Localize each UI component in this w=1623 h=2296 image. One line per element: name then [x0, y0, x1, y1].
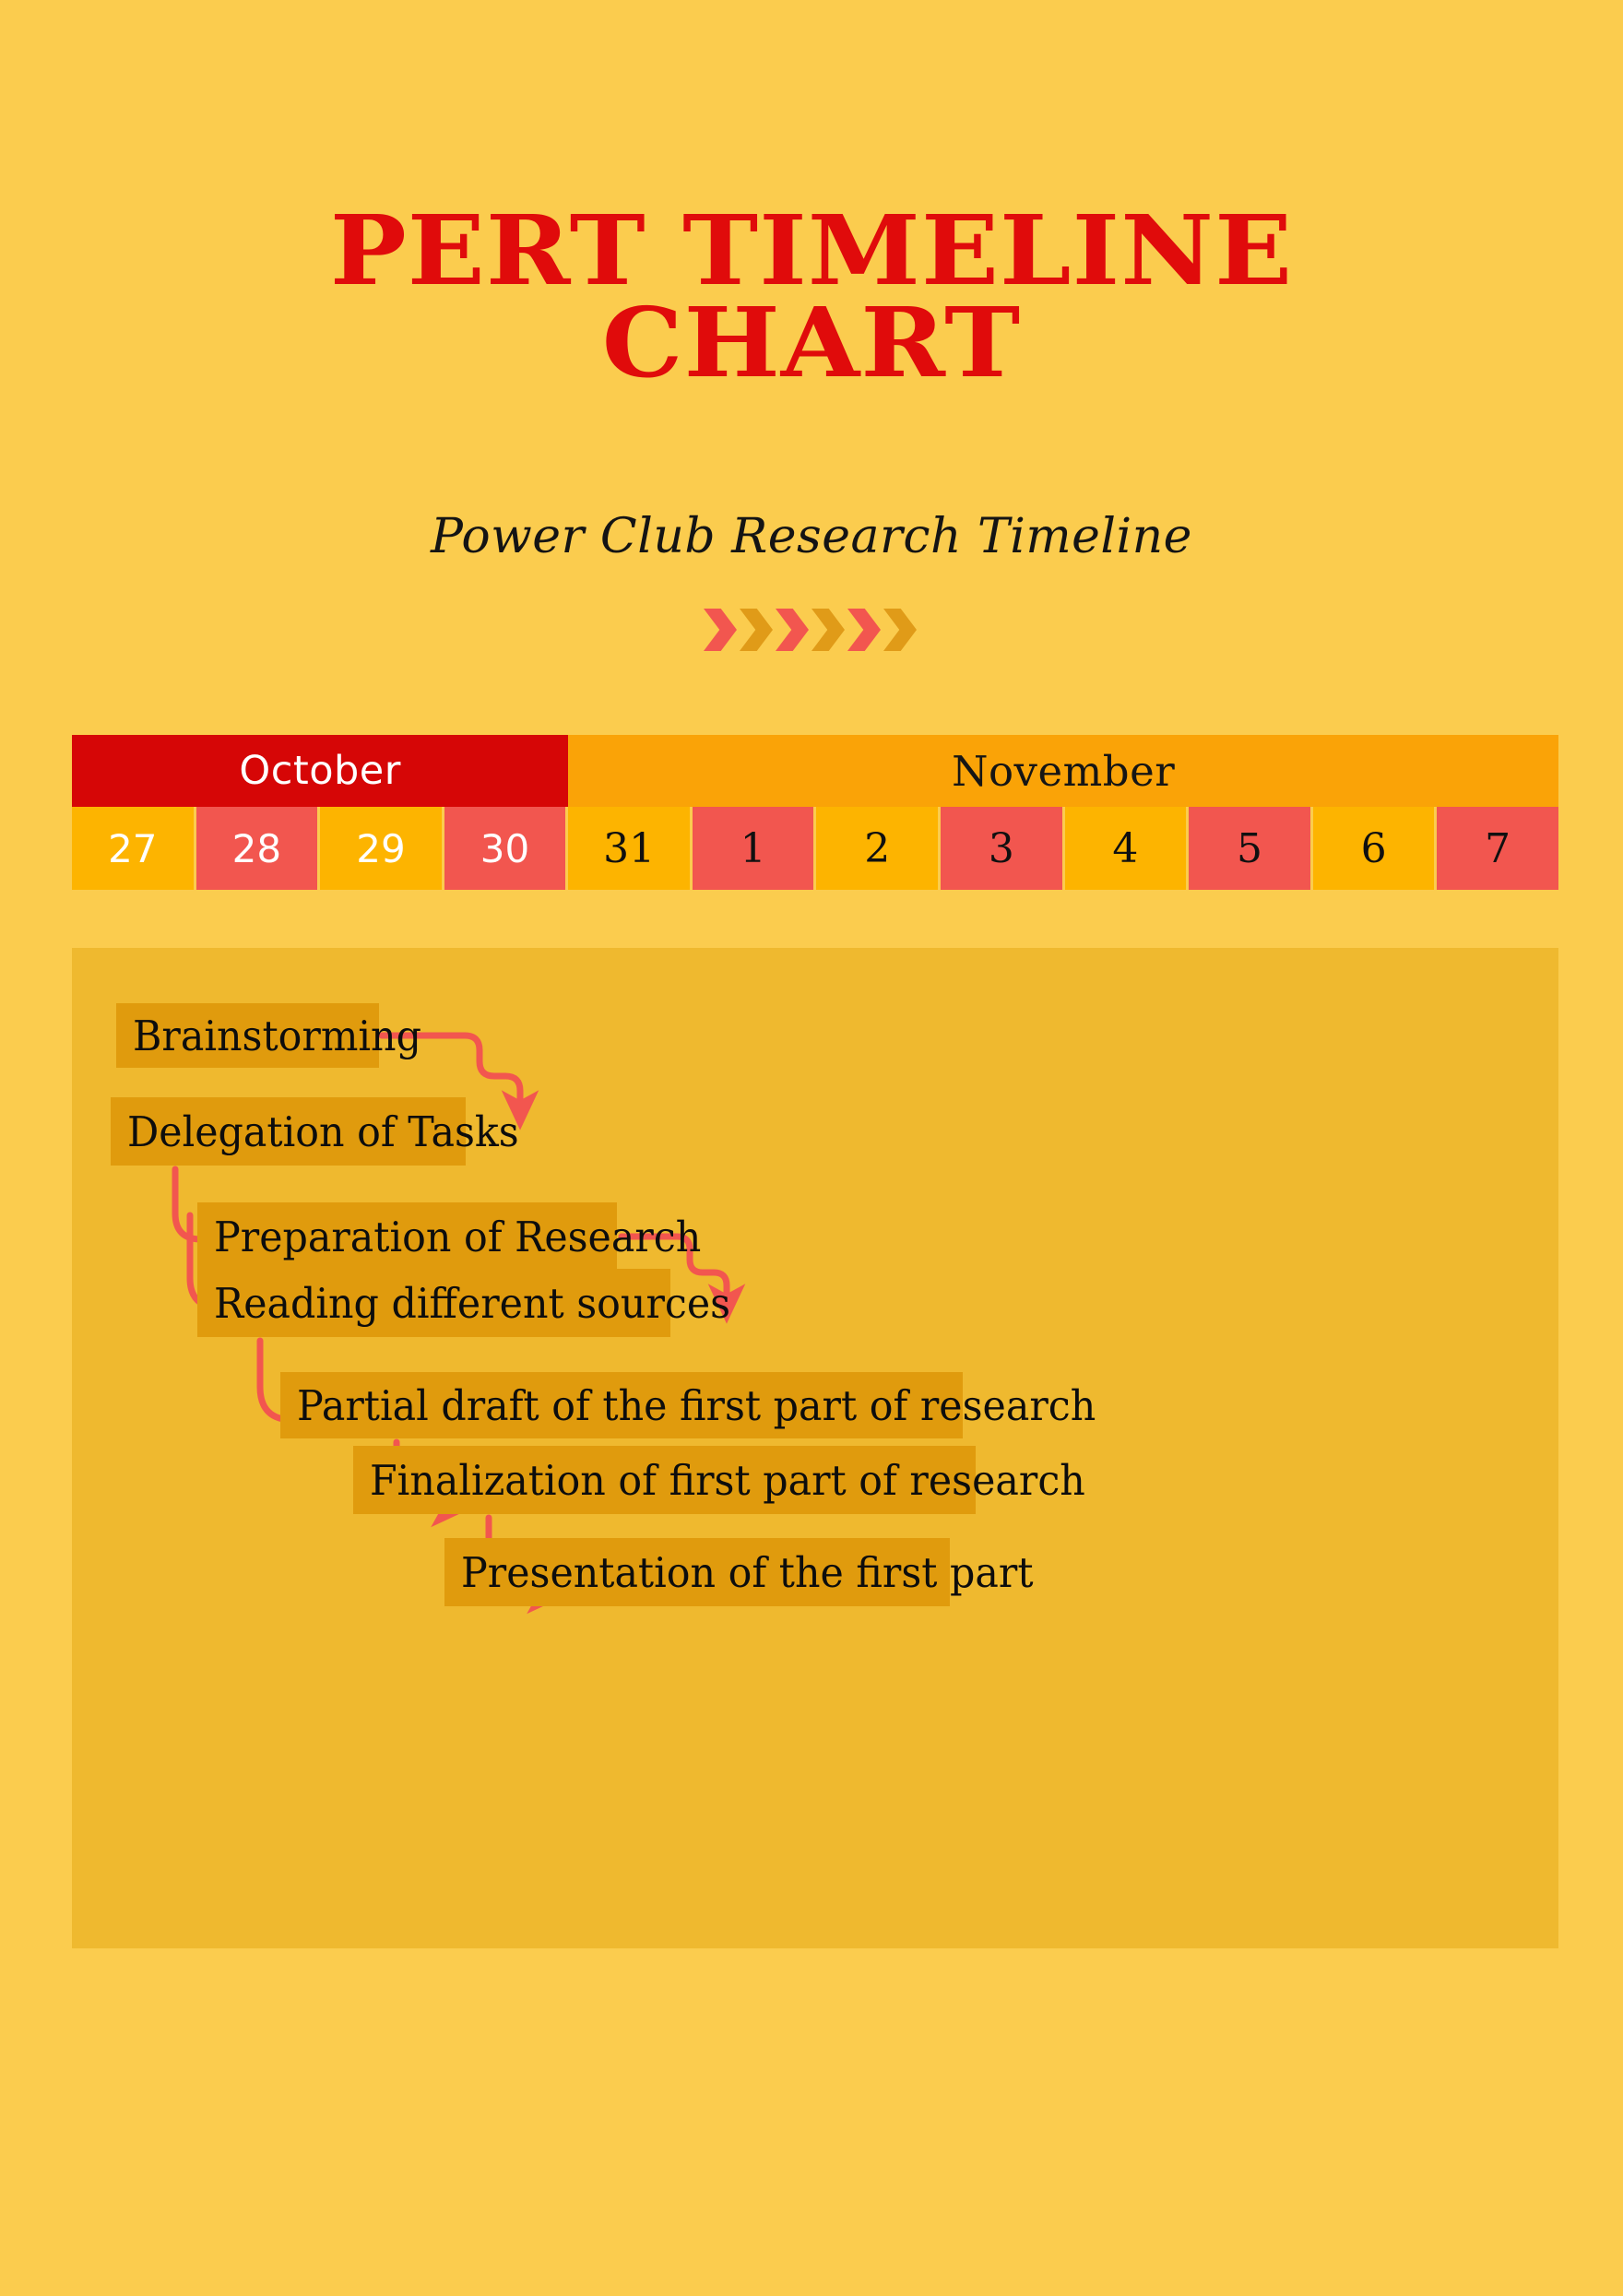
task-bar[interactable]: Presentation of the first part [444, 1538, 1034, 1606]
calendar-day-cell[interactable]: 31 [568, 807, 690, 890]
task-bar[interactable]: Delegation of Tasks [111, 1097, 519, 1166]
task-bar-label: Presentation of the first part [461, 1547, 1034, 1597]
page-title-line-2: CHART [601, 285, 1022, 399]
calendar-day-cell[interactable]: 5 [1189, 807, 1310, 890]
calendar-day-cell[interactable]: 3 [941, 807, 1062, 890]
task-bar-label: Reading different sources [214, 1278, 731, 1328]
calendar-month-november: November [568, 735, 1558, 807]
calendar-days-row: 27 28 29 30 31 1 2 3 4 5 6 7 [72, 807, 1558, 890]
task-bar-label: Delegation of Tasks [127, 1107, 519, 1156]
calendar-day-cell[interactable]: 6 [1312, 807, 1435, 890]
task-bar-label: Brainstorming [133, 1011, 421, 1060]
chevron-icon [704, 609, 737, 651]
task-bar[interactable]: Reading different sources [197, 1269, 730, 1337]
task-bar[interactable]: Finalization of first part of research [353, 1446, 1085, 1514]
chevron-icon [740, 609, 773, 651]
calendar-day-cell[interactable]: 29 [320, 807, 442, 890]
chevron-icon [812, 609, 845, 651]
chevron-divider [0, 609, 1623, 651]
calendar-day-cell[interactable]: 28 [195, 807, 318, 890]
calendar-day-cell[interactable]: 7 [1437, 807, 1558, 890]
calendar-day-cell[interactable]: 1 [692, 807, 814, 890]
task-bar[interactable]: Partial draft of the first part of resea… [280, 1372, 1096, 1438]
chevron-icon [847, 609, 881, 651]
calendar-day-cell[interactable]: 2 [816, 807, 939, 890]
page-title-line-1: PERT TIMELINE [329, 194, 1294, 307]
page-title: PERT TIMELINE CHART [0, 194, 1623, 399]
task-panel: Brainstorming Delegation of Tasks Preparat… [72, 948, 1558, 1948]
task-bar[interactable]: Preparation of Research [197, 1202, 701, 1271]
calendar-day-cell[interactable]: 27 [72, 807, 194, 890]
calendar-day-cell[interactable]: 4 [1064, 807, 1187, 890]
calendar-month-row: October November [72, 735, 1558, 807]
task-bar-label: Preparation of Research [214, 1212, 702, 1261]
task-bar-label: Finalization of first part of research [370, 1455, 1085, 1505]
calendar-month-october: October [72, 735, 569, 807]
task-bar-label: Partial draft of the first part of resea… [297, 1380, 1096, 1430]
calendar-day-cell[interactable]: 30 [444, 807, 566, 890]
page-subtitle: Power Club Research Timeline [431, 509, 1192, 564]
pert-timeline-poster: PERT TIMELINE CHART Power Club Research … [0, 0, 1623, 2296]
chevron-icon [883, 609, 917, 651]
calendar-header: October November 27 28 29 30 31 1 2 3 4 5 6 7 [72, 735, 1558, 890]
chevron-icon [776, 609, 809, 651]
task-bar[interactable]: Brainstorming [116, 1003, 421, 1068]
